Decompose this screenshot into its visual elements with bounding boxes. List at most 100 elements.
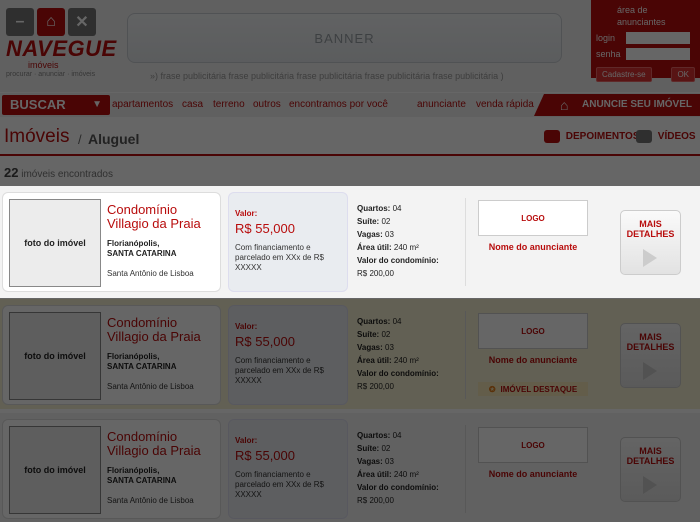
logo-tagline: procurar · anunciar · imóveis: [6, 71, 96, 78]
login-label: login: [596, 33, 616, 43]
property-location: Florianópolis, SANTA CATARINA: [107, 352, 176, 372]
nav-casa[interactable]: casa: [182, 99, 203, 110]
results-label: imóveis encontrados: [21, 169, 113, 180]
logo-icons: – ⌂ ✕: [6, 8, 102, 36]
area-label: Área útil:: [357, 356, 392, 365]
condominio-label: Valor do condomínio:: [357, 369, 439, 378]
price-label: Valor:: [235, 209, 258, 218]
listing-card[interactable]: foto do imóvel Condomínio Villagio da Pr…: [0, 186, 700, 298]
property-name[interactable]: Condomínio Villagio da Praia: [107, 316, 219, 344]
quartos-value: 04: [392, 204, 402, 213]
listing-card[interactable]: foto do imóvel Condomínio Villagio da Pr…: [0, 299, 700, 409]
listing-card[interactable]: foto do imóvel Condomínio Villagio da Pr…: [0, 413, 700, 522]
anuncie-button[interactable]: ⌂ ANUNCIE SEU IMÓVEL: [534, 94, 700, 116]
senha-input[interactable]: [626, 48, 690, 60]
property-photo[interactable]: foto do imóvel: [9, 426, 101, 514]
vagas-value: 03: [385, 457, 394, 466]
property-neighborhood: Santa Antônio de Lisboa: [107, 382, 194, 391]
login-input[interactable]: [626, 32, 690, 44]
more-details-button[interactable]: MAIS DETALHES: [620, 323, 681, 388]
nav-apartamentos[interactable]: apartamentos: [112, 99, 173, 110]
area-label: Área útil:: [357, 470, 392, 479]
videos-label: VÍDEOS: [657, 131, 696, 143]
property-name[interactable]: Condomínio Villagio da Praia: [107, 203, 219, 231]
suite-value: 02: [381, 217, 391, 226]
price-value: R$ 55,000: [235, 221, 295, 236]
home-icon: ⌂: [560, 97, 569, 113]
advertiser-name[interactable]: Nome do anunciante: [478, 242, 588, 252]
nav-outros[interactable]: outros: [253, 99, 281, 110]
play-icon: [643, 249, 657, 267]
price-panel: Valor: R$ 55,000 Com financiamento e par…: [228, 305, 348, 405]
advertiser-logo[interactable]: LOGO: [478, 427, 588, 463]
play-icon: [643, 476, 657, 494]
price-label: Valor:: [235, 436, 258, 445]
page-subtitle: Aluguel: [88, 131, 140, 147]
login-box: área de anunciantes login senha Cadastre…: [591, 0, 700, 82]
more-details-label: MAIS DETALHES: [626, 332, 675, 352]
listing-info-panel: foto do imóvel Condomínio Villagio da Pr…: [2, 419, 221, 519]
area-value: 240 m²: [393, 243, 419, 252]
nav-anunciante[interactable]: anunciante: [417, 99, 466, 110]
quartos-value: 04: [392, 431, 402, 440]
condominio-value: R$ 200,00: [357, 269, 394, 278]
advertiser-name[interactable]: Nome do anunciante: [478, 469, 588, 479]
property-city: Florianópolis,: [107, 466, 160, 475]
suite-label: Suíte:: [357, 217, 380, 226]
price-panel: Valor: R$ 55,000 Com financiamento e par…: [228, 192, 348, 292]
property-state: SANTA CATARINA: [107, 476, 177, 485]
nav-encontramos[interactable]: encontramos por você: [289, 99, 388, 110]
depoimentos-link[interactable]: DEPOIMENTOS: [544, 130, 640, 143]
more-details-button[interactable]: MAIS DETALHES: [620, 210, 681, 275]
speech-bubble-icon: [544, 130, 560, 143]
property-name[interactable]: Condomínio Villagio da Praia: [107, 430, 219, 458]
property-city: Florianópolis,: [107, 239, 160, 248]
star-icon: ✪: [488, 384, 496, 394]
property-details: Quartos: 04 Suíte: 02 Vagas: 03 Área úti…: [357, 315, 461, 393]
property-photo[interactable]: foto do imóvel: [9, 199, 101, 287]
results-number: 22: [4, 165, 19, 180]
buscar-label: BUSCAR: [10, 97, 66, 112]
quartos-label: Quartos:: [357, 317, 391, 326]
vagas-label: Vagas:: [357, 457, 383, 466]
buscar-button[interactable]: BUSCAR ▼: [2, 95, 110, 115]
page-title-bar: Imóveis / Aluguel DEPOIMENTOS VÍDEOS: [0, 118, 700, 156]
videos-link[interactable]: VÍDEOS: [636, 130, 696, 143]
financing-text: Com financiamento e parcelado em XXx de …: [235, 470, 324, 499]
area-value: 240 m²: [393, 470, 419, 479]
login-title: área de anunciantes: [617, 5, 666, 27]
nav-terreno[interactable]: terreno: [213, 99, 245, 110]
site-logo[interactable]: – ⌂ ✕ NAVEGUE imóveis procurar · anuncia…: [6, 8, 116, 88]
property-details: Quartos: 04 Suíte: 02 Vagas: 03 Área úti…: [357, 202, 461, 280]
divider: [465, 425, 466, 513]
more-details-button[interactable]: MAIS DETALHES: [620, 437, 681, 502]
ok-button[interactable]: OK: [671, 67, 695, 82]
banner[interactable]: BANNER: [127, 13, 562, 63]
login-row: login: [596, 32, 695, 44]
advertiser-logo[interactable]: LOGO: [478, 200, 588, 236]
vagas-label: Vagas:: [357, 230, 383, 239]
cadastre-button[interactable]: Cadastre-se: [596, 67, 652, 82]
condominio-value: R$ 200,00: [357, 382, 394, 391]
property-neighborhood: Santa Antônio de Lisboa: [107, 496, 194, 505]
divider: [465, 198, 466, 286]
property-photo[interactable]: foto do imóvel: [9, 312, 101, 400]
advertiser-logo[interactable]: LOGO: [478, 313, 588, 349]
suite-label: Suíte:: [357, 444, 380, 453]
minimize-icon: –: [6, 8, 34, 36]
page-title: Imóveis: [4, 126, 70, 147]
property-details: Quartos: 04 Suíte: 02 Vagas: 03 Área úti…: [357, 429, 461, 507]
nav-venda-rapida[interactable]: venda rápida: [476, 99, 534, 110]
quartos-label: Quartos:: [357, 431, 391, 440]
senha-label: senha: [596, 49, 621, 59]
advertiser-name[interactable]: Nome do anunciante: [478, 355, 588, 365]
vagas-label: Vagas:: [357, 343, 383, 352]
close-icon: ✕: [68, 8, 96, 36]
anuncie-label: ANUNCIE SEU IMÓVEL: [582, 99, 693, 110]
featured-label: IMÓVEL DESTAQUE: [500, 384, 578, 394]
condominio-label: Valor do condomínio:: [357, 256, 439, 265]
divider: [465, 311, 466, 399]
senha-row: senha: [596, 48, 695, 60]
property-state: SANTA CATARINA: [107, 249, 177, 258]
property-neighborhood: Santa Antônio de Lisboa: [107, 269, 194, 278]
